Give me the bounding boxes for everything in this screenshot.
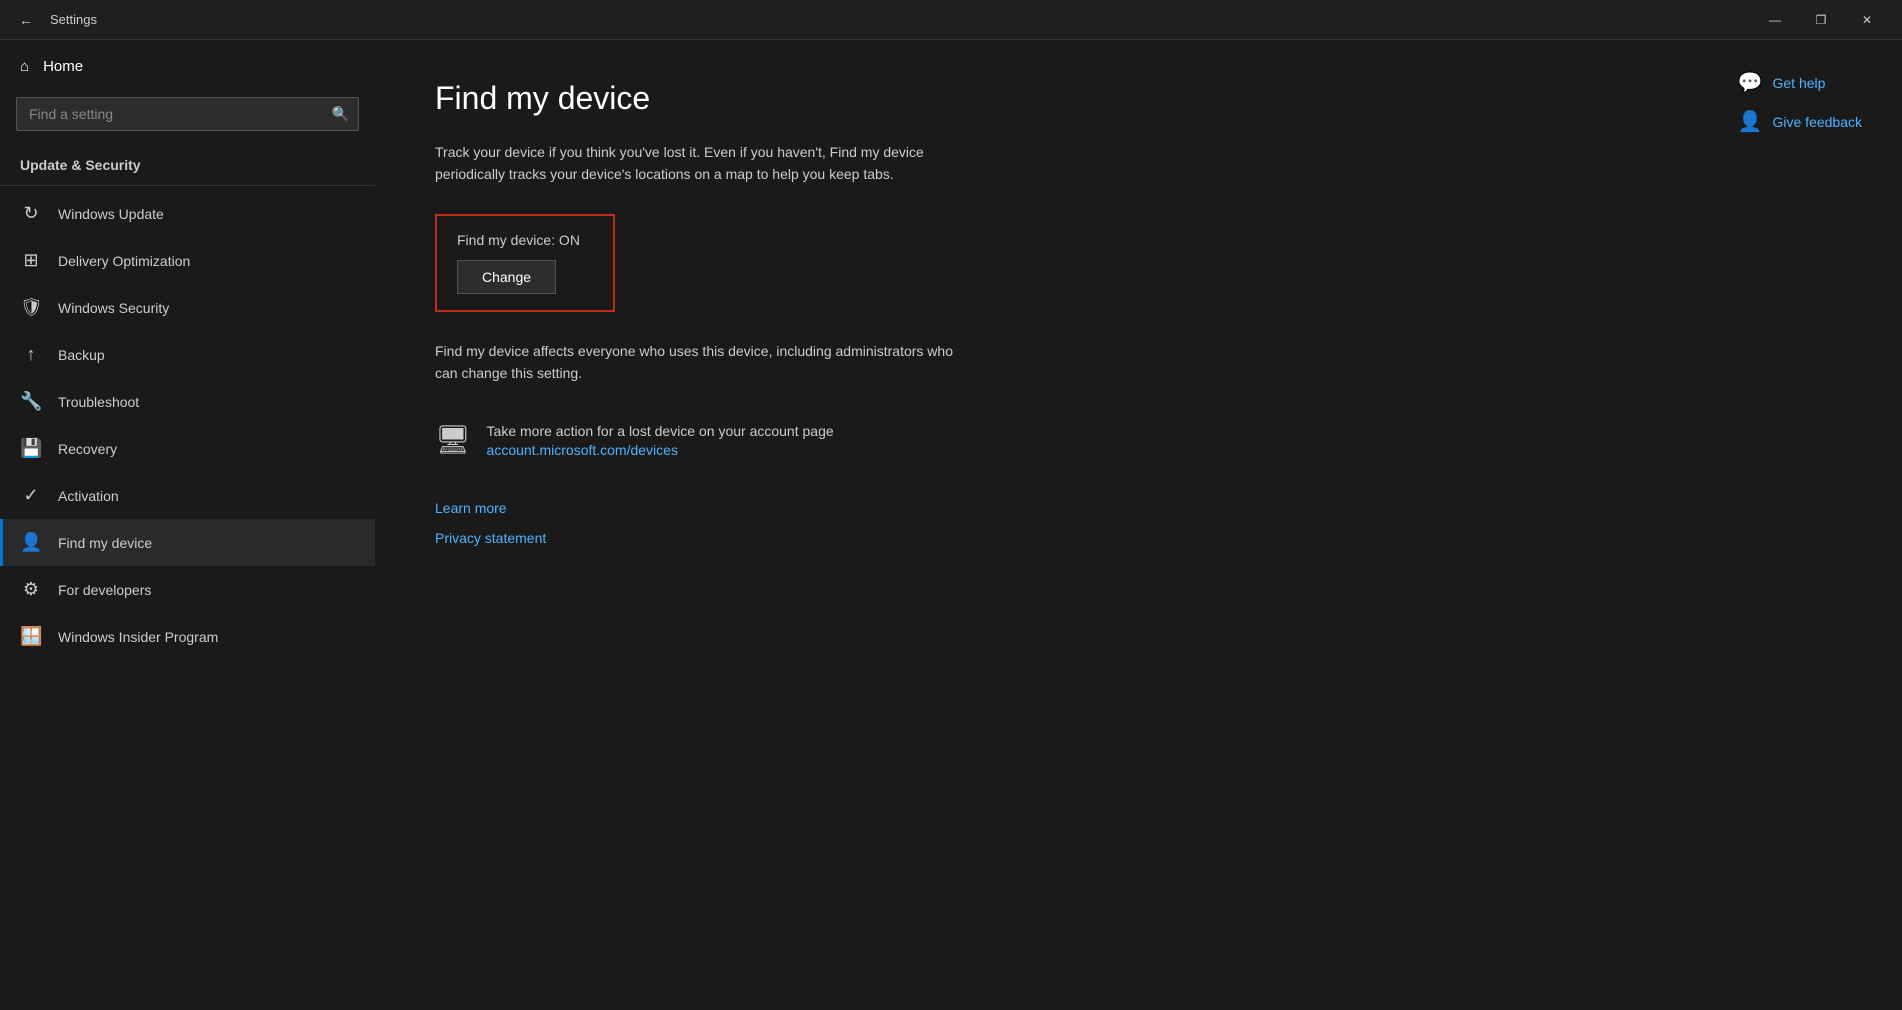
sidebar-item-label: Windows Security — [58, 300, 169, 316]
give-feedback-label: Give feedback — [1773, 114, 1863, 130]
device-status-box: Find my device: ON Change — [435, 214, 615, 312]
affect-text: Find my device affects everyone who uses… — [435, 340, 955, 385]
window-controls: — ❐ ✕ — [1752, 0, 1890, 40]
search-icon: 🔍 — [332, 106, 349, 123]
sidebar-item-activation[interactable]: ✓ Activation — [0, 472, 375, 519]
windows-update-icon: ↻ — [20, 203, 42, 224]
account-action-label: Take more action for a lost device on yo… — [487, 421, 834, 442]
windows-insider-icon: 🪟 — [20, 626, 42, 647]
sidebar-item-label: Backup — [58, 347, 105, 363]
sidebar: ⌂ Home 🔍 Update & Security ↻ Windows Upd… — [0, 40, 375, 1010]
restore-button[interactable]: ❐ — [1798, 0, 1844, 40]
change-button[interactable]: Change — [457, 260, 556, 294]
titlebar: ← Settings — ❐ ✕ — [0, 0, 1902, 40]
sidebar-home-label: Home — [43, 58, 83, 75]
sidebar-item-label: Recovery — [58, 441, 117, 457]
close-button[interactable]: ✕ — [1844, 0, 1890, 40]
backup-icon: ↑ — [20, 344, 42, 365]
sidebar-item-label: Troubleshoot — [58, 394, 139, 410]
give-feedback-link[interactable]: 👤 Give feedback — [1738, 109, 1862, 134]
sidebar-item-for-developers[interactable]: ⚙ For developers — [0, 566, 375, 613]
content-area: 💬 Get help 👤 Give feedback Find my devic… — [375, 40, 1902, 1010]
sidebar-item-label: Delivery Optimization — [58, 253, 190, 269]
account-action-content: Take more action for a lost device on yo… — [487, 421, 834, 460]
sidebar-item-windows-insider[interactable]: 🪟 Windows Insider Program — [0, 613, 375, 660]
find-my-device-icon: 👤 — [20, 532, 42, 553]
account-action-section: 🖥 Take more action for a lost device on … — [435, 421, 1842, 460]
sidebar-item-home[interactable]: ⌂ Home — [0, 40, 375, 93]
troubleshoot-icon: 🔧 — [20, 391, 42, 412]
sidebar-item-label: Find my device — [58, 535, 152, 551]
page-description: Track your device if you think you've lo… — [435, 141, 995, 186]
sidebar-item-troubleshoot[interactable]: 🔧 Troubleshoot — [0, 378, 375, 425]
help-panel: 💬 Get help 👤 Give feedback — [1738, 70, 1862, 134]
give-feedback-icon: 👤 — [1738, 109, 1763, 134]
sidebar-item-backup[interactable]: ↑ Backup — [0, 331, 375, 378]
privacy-statement-link[interactable]: Privacy statement — [435, 530, 1842, 546]
back-button[interactable]: ← — [12, 6, 40, 34]
get-help-label: Get help — [1773, 75, 1826, 91]
delivery-optimization-icon: ⊞ — [20, 250, 42, 271]
search-input[interactable] — [16, 97, 359, 131]
search-box: 🔍 — [16, 97, 359, 131]
learn-more-link[interactable]: Learn more — [435, 500, 1842, 516]
page-title: Find my device — [435, 80, 1842, 117]
main-layout: ⌂ Home 🔍 Update & Security ↻ Windows Upd… — [0, 40, 1902, 1010]
minimize-button[interactable]: — — [1752, 0, 1798, 40]
for-developers-icon: ⚙ — [20, 579, 42, 600]
recovery-icon: 💾 — [20, 438, 42, 459]
sidebar-item-label: For developers — [58, 582, 151, 598]
get-help-icon: 💬 — [1738, 70, 1763, 95]
bottom-links: Learn more Privacy statement — [435, 500, 1842, 546]
sidebar-item-delivery-optimization[interactable]: ⊞ Delivery Optimization — [0, 237, 375, 284]
activation-icon: ✓ — [20, 485, 42, 506]
get-help-link[interactable]: 💬 Get help — [1738, 70, 1862, 95]
sidebar-item-recovery[interactable]: 💾 Recovery — [0, 425, 375, 472]
windows-security-icon: 🛡 — [20, 297, 42, 318]
sidebar-divider — [0, 185, 375, 186]
titlebar-title: Settings — [50, 12, 97, 27]
device-action-icon: 🖥 — [435, 423, 471, 456]
sidebar-item-label: Activation — [58, 488, 119, 504]
sidebar-item-find-my-device[interactable]: 👤 Find my device — [0, 519, 375, 566]
account-link[interactable]: account.microsoft.com/devices — [487, 442, 678, 458]
device-status-text: Find my device: ON — [457, 232, 593, 248]
sidebar-item-windows-update[interactable]: ↻ Windows Update — [0, 190, 375, 237]
sidebar-item-label: Windows Update — [58, 206, 164, 222]
sidebar-item-label: Windows Insider Program — [58, 629, 218, 645]
home-icon: ⌂ — [20, 58, 29, 75]
sidebar-item-windows-security[interactable]: 🛡 Windows Security — [0, 284, 375, 331]
sidebar-section-title: Update & Security — [0, 147, 375, 181]
